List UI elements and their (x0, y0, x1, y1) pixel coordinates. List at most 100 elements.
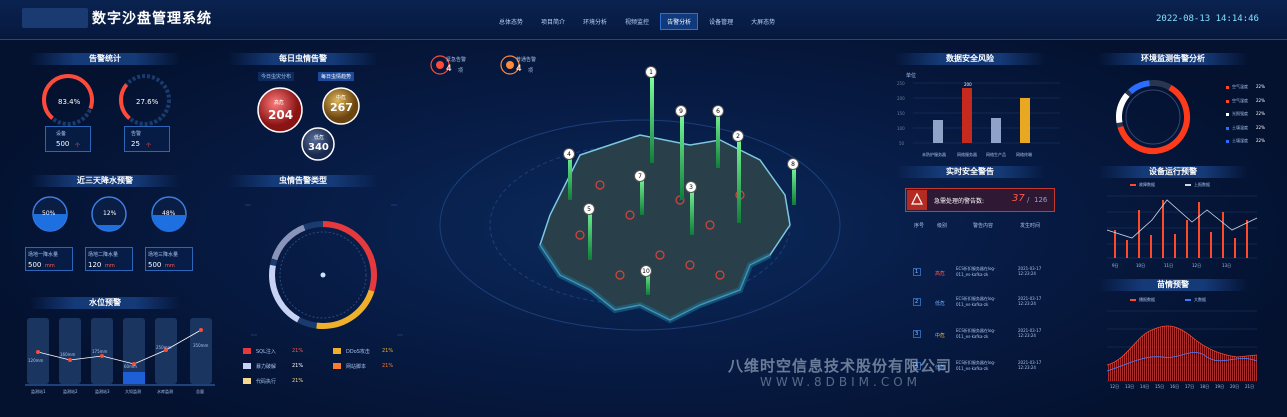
water-value-1: 120mm (28, 358, 44, 363)
map-pillar (737, 133, 741, 223)
data-risk-cat-4: 网络终端 (1016, 152, 1032, 157)
device-x-5: 13日 (1222, 263, 1232, 268)
normal-alarm-value: 4 (516, 64, 522, 74)
tab-alarm-analysis[interactable]: 告警分析 (660, 13, 699, 30)
svg-text:200: 200 (897, 96, 905, 101)
datetime: 2022-08-13 14:14:46 (1156, 14, 1259, 24)
env-legend-2-name: 空气湿度 (1232, 98, 1248, 103)
map-pin-9[interactable]: 9 (675, 105, 687, 117)
map-pin-8[interactable]: 8 (787, 158, 799, 170)
panel-title-realtime-alarm: 实时安全警告 (895, 166, 1045, 178)
device-value: 500 (56, 140, 70, 148)
alarm-row-2-level[interactable]: 低危 (935, 300, 945, 307)
panel-title-rain-warning: 近三天降水预警 (30, 175, 180, 187)
pending-alarm-label: 急需处理的警告数: (934, 198, 985, 205)
device-legend-fault: 故障数据 (1139, 182, 1155, 187)
svg-text:50: 50 (899, 141, 905, 146)
panel-title-alarm-stats: 告警统计 (30, 53, 180, 65)
alarm-value: 25 (131, 140, 140, 148)
alarm-row-1-content[interactable]: ECS折扣服务器在log-011_es-kafka-zk (956, 266, 1008, 277)
rain-card-1-value: 500 (28, 261, 42, 269)
gauge-1-value: 83.4% (58, 98, 81, 106)
data-risk-highlight: 200 (964, 82, 972, 87)
water-value-2: 160mm (60, 352, 76, 357)
urgent-alarm-label: 紧急告警 (446, 57, 467, 63)
rain-card-1-label: 场地一降水量 (28, 252, 59, 258)
env-legend-5-swatch (1226, 140, 1229, 143)
tab-overview[interactable]: 总体态势 (492, 13, 530, 30)
tab-environment[interactable]: 环境分析 (576, 13, 614, 30)
env-legend-1-name: 空气温度 (1232, 84, 1248, 89)
env-legend-3-swatch (1226, 113, 1229, 116)
env-legend-1-swatch (1226, 86, 1229, 89)
map-pin-2[interactable]: 2 (732, 130, 744, 142)
map-pin-6[interactable]: 6 (712, 105, 724, 117)
water-value-5: 250mm (156, 345, 172, 350)
alarm-row-3-level[interactable]: 中危 (935, 332, 945, 339)
env-legend-1-pct: 22% (1256, 84, 1265, 89)
device-legend-report: 上报数据 (1194, 182, 1210, 187)
seedling-x-4: 15日 (1155, 384, 1165, 389)
svg-text:150: 150 (897, 111, 905, 116)
tab-pest-trend[interactable]: 每日虫情趋势 (318, 72, 355, 81)
col-level: 级别 (937, 223, 948, 229)
legend-code-pct: 21% (292, 378, 304, 384)
water-station-1: 监测站1 (31, 389, 46, 394)
device-x-3: 11日 (1164, 263, 1174, 268)
pending-separator: / (1027, 196, 1030, 204)
gauge-2-value: 27.6% (136, 98, 159, 106)
col-no: 序号 (914, 223, 925, 229)
tab-project[interactable]: 项目简介 (534, 13, 572, 30)
alarm-row-1-time: 2021-03-17 12:23:24 (1018, 266, 1042, 276)
map-pillar (716, 108, 720, 168)
map-pin-4[interactable]: 4 (563, 148, 575, 160)
map-pillar (680, 110, 684, 200)
map-pillar (650, 78, 654, 163)
seedling-x-2: 13日 (1125, 384, 1135, 389)
alarm-row-4-content[interactable]: ECS折扣服务器在log-011_es-kafka-zk (956, 360, 1008, 371)
tab-pest-distribution[interactable]: 今日虫灾分布 (258, 72, 295, 81)
pest-types-donut (244, 204, 406, 336)
tab-big-screen[interactable]: 大屏态势 (744, 13, 782, 30)
company-watermark: 八维时空信息技术股份有限公司 (728, 357, 953, 375)
device-x-4: 12日 (1192, 263, 1202, 268)
env-legend-3-name: 光照强度 (1232, 111, 1248, 116)
rain-card-2-unit: mm (105, 263, 115, 269)
rain-card-2-label: 场地二降水量 (88, 252, 119, 258)
alarm-row-1-level[interactable]: 高危 (935, 270, 945, 277)
svg-text:250: 250 (897, 81, 905, 86)
urgent-alarm-unit: 项 (458, 68, 464, 74)
seedling-x-6: 17日 (1185, 384, 1195, 389)
rain-gauge-2: 12% (103, 210, 117, 217)
alarm-row-2-content[interactable]: ECS折扣服务器在log-011_es-kafka-zk (956, 296, 1008, 307)
seedling-legend-2-swatch (1185, 299, 1191, 301)
alarm-row-3-content[interactable]: ECS折扣服务器在log-011_es-kafka-zk (956, 328, 1008, 339)
panel-title-pest-types: 虫情告警类型 (228, 175, 378, 187)
nav-tabs: 总体态势 项目简介 环境分析 视频监控 告警分析 设备管理 大屏态势 (492, 13, 782, 30)
seedling-x-3: 14日 (1140, 384, 1150, 389)
map-pin-7[interactable]: 7 (634, 170, 646, 182)
total-alarm-count: 126 (1034, 196, 1048, 204)
seedling-x-8: 19日 (1215, 384, 1225, 389)
tab-devices[interactable]: 设备管理 (702, 13, 740, 30)
pest-mid-label: 中危 (336, 95, 347, 101)
legend-code-swatch (243, 378, 251, 384)
pending-alarm-count: 37 (1012, 193, 1025, 204)
device-x-1: 9日 (1112, 263, 1119, 268)
legend-sql-swatch (243, 348, 251, 354)
pest-low-label: 低危 (314, 135, 325, 141)
map-pin-10[interactable]: 10 (640, 265, 652, 277)
map-pin-5[interactable]: 5 (583, 203, 595, 215)
map-pin-1[interactable]: 1 (645, 66, 657, 78)
legend-sql-pct: 21% (292, 348, 304, 354)
panel-title-env-monitor: 环境监测告警分析 (1098, 53, 1248, 65)
urgent-alarm-value: 4 (446, 64, 452, 74)
env-legend-5-pct: 22% (1256, 138, 1265, 143)
rain-card-3-label: 场地三降水量 (148, 252, 179, 258)
normal-alarm-label: 普通告警 (516, 57, 537, 63)
tab-video[interactable]: 视频监控 (618, 13, 656, 30)
water-value-4: 60mm (124, 364, 137, 369)
seedling-legend-2: 大数据 (1194, 297, 1206, 302)
map-pin-3[interactable]: 3 (685, 181, 697, 193)
env-legend-5-name: 土壤湿度 (1232, 138, 1248, 143)
